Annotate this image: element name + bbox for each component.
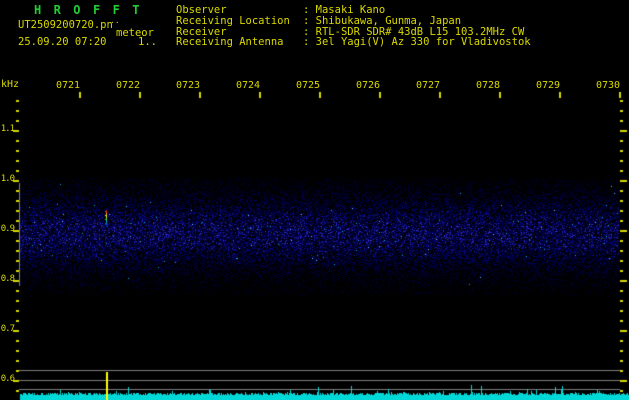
spectrogram-plot bbox=[0, 0, 629, 400]
freq-tick-label-0-6: 0.6 bbox=[0, 374, 15, 384]
time-tick-label-0726: 0726 bbox=[356, 80, 381, 91]
info-row-antenna: Receiving Antenna: 3el Yagi(V) Az 330 fo… bbox=[176, 36, 531, 49]
hrofft-screen: H R O F F T UT2509200720.pn .. meteor 25… bbox=[0, 0, 629, 400]
freq-tick-label-0-8: 0.8 bbox=[0, 274, 15, 284]
time-tick-label-0722: 0722 bbox=[116, 80, 141, 91]
freq-tick-label-0-9: 0.9 bbox=[0, 224, 15, 234]
colon-sep: : bbox=[303, 36, 316, 49]
time-tick-label-0725: 0725 bbox=[296, 80, 321, 91]
freq-tick-label-1-0: 1.0 bbox=[0, 174, 15, 184]
datetime-label: 25.09.20 07:20 bbox=[18, 36, 107, 48]
freq-axis-unit-label: kHz bbox=[1, 79, 20, 90]
time-tick-label-0721: 0721 bbox=[56, 80, 81, 91]
time-tick-label-0730: 0730 bbox=[596, 80, 621, 91]
info-value: 3el Yagi(V) Az 330 for Vladivostok bbox=[315, 36, 531, 49]
app-title: H R O F F T bbox=[34, 3, 143, 17]
freq-tick-label-1-1: 1.1 bbox=[0, 124, 15, 134]
time-tick-label-0729: 0729 bbox=[536, 80, 561, 91]
file-name-dots: .. bbox=[110, 16, 120, 25]
counter-label: 1.. bbox=[138, 36, 157, 48]
time-tick-label-0723: 0723 bbox=[176, 80, 201, 91]
time-tick-label-0728: 0728 bbox=[476, 80, 501, 91]
file-name-label: UT2509200720.pn bbox=[18, 19, 113, 31]
freq-tick-label-0-7: 0.7 bbox=[0, 324, 15, 334]
time-tick-label-0724: 0724 bbox=[236, 80, 261, 91]
time-tick-label-0727: 0727 bbox=[416, 80, 441, 91]
